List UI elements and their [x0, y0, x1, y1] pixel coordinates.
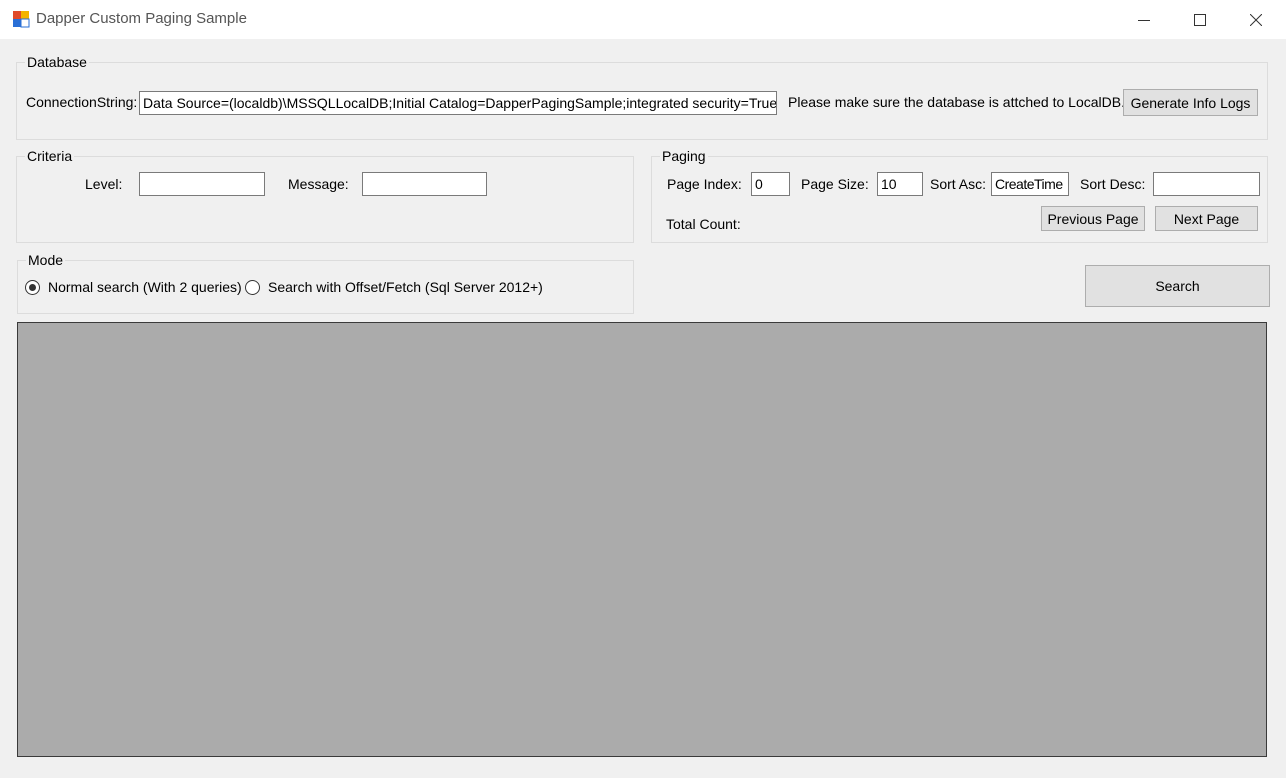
normal-search-label: Normal search (With 2 queries) — [48, 279, 242, 295]
mode-legend: Mode — [26, 252, 66, 268]
window-title: Dapper Custom Paging Sample — [36, 10, 247, 27]
page-size-input[interactable]: 10 — [877, 172, 923, 196]
close-button[interactable] — [1228, 0, 1284, 39]
paging-legend: Paging — [660, 148, 708, 164]
page-index-input[interactable]: 0 — [751, 172, 790, 196]
minimize-button[interactable] — [1116, 0, 1172, 39]
main-window: Dapper Custom Paging Sample Database Con… — [0, 0, 1286, 778]
database-legend: Database — [25, 54, 89, 70]
sort-asc-label: Sort Asc: — [930, 176, 987, 192]
level-label: Level: — [85, 176, 123, 192]
message-input[interactable] — [362, 172, 487, 196]
criteria-group — [16, 156, 634, 243]
previous-page-button[interactable]: Previous Page — [1041, 206, 1145, 231]
close-icon — [1250, 13, 1262, 26]
offset-fetch-label: Search with Offset/Fetch (Sql Server 201… — [268, 279, 543, 295]
generate-info-logs-button[interactable]: Generate Info Logs — [1123, 89, 1258, 116]
total-count-label: Total Count: — [666, 216, 741, 232]
results-grid[interactable] — [17, 322, 1267, 757]
offset-fetch-radio[interactable] — [245, 280, 260, 295]
connection-string-label: ConnectionString: — [26, 94, 138, 110]
app-icon — [12, 10, 30, 28]
criteria-legend: Criteria — [25, 148, 75, 164]
maximize-button[interactable] — [1172, 0, 1228, 39]
next-page-button[interactable]: Next Page — [1155, 206, 1258, 231]
sort-asc-input[interactable]: CreateTime — [991, 172, 1069, 196]
maximize-icon — [1194, 13, 1206, 26]
normal-search-radio[interactable] — [25, 280, 40, 295]
sort-desc-input[interactable] — [1153, 172, 1260, 196]
message-label: Message: — [288, 176, 349, 192]
sort-desc-label: Sort Desc: — [1080, 176, 1146, 192]
radio-selected-dot — [29, 284, 36, 291]
connection-string-input[interactable]: Data Source=(localdb)\MSSQLLocalDB;Initi… — [139, 91, 777, 115]
page-size-label: Page Size: — [801, 176, 869, 192]
localdb-note: Please make sure the database is attched… — [788, 94, 1125, 110]
search-button[interactable]: Search — [1085, 265, 1270, 307]
title-bar: Dapper Custom Paging Sample — [0, 0, 1286, 39]
page-index-label: Page Index: — [667, 176, 742, 192]
level-input[interactable] — [139, 172, 265, 196]
minimize-icon — [1138, 14, 1150, 26]
